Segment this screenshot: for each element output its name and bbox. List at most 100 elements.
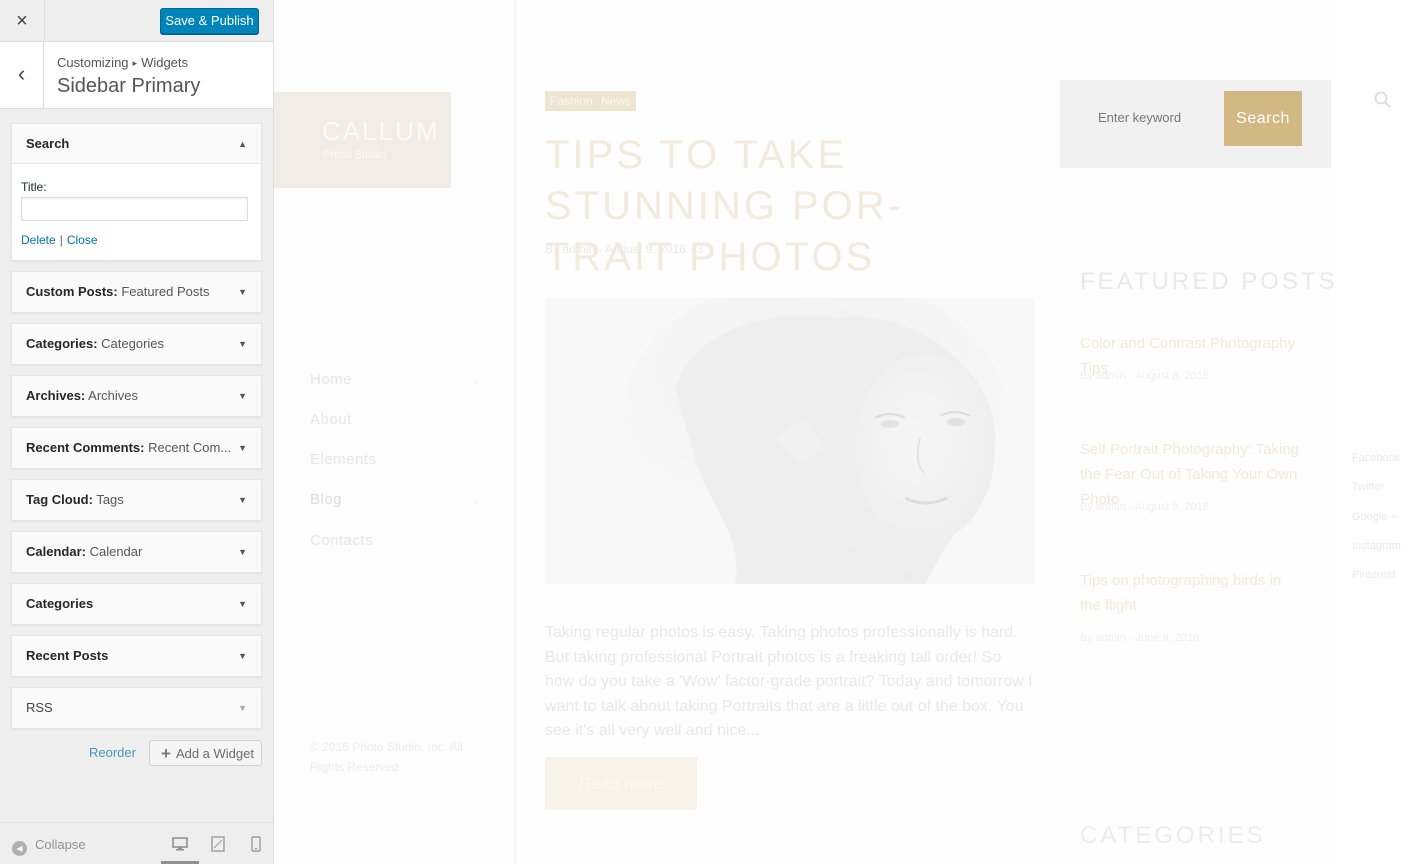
customizer-panel: × Save & Publish ‹ Customizing ▸ Widgets S… <box>0 0 274 864</box>
widget-name: Categories: <box>26 336 98 351</box>
post-featured-image[interactable] <box>545 298 1035 584</box>
actions-separator: | <box>59 233 63 247</box>
title-label: Title: <box>21 180 47 194</box>
post-meta: By admin - August 9, 2016 - 3 <box>545 242 704 256</box>
widget-subtitle: Calendar <box>89 544 143 559</box>
widget-name: Custom Posts: <box>26 284 118 299</box>
collapse-button[interactable]: ◀ Collapse <box>12 837 86 856</box>
post-tag[interactable]: News <box>596 91 637 111</box>
nav-submenu-arrow-icon: › <box>474 376 478 387</box>
post-tag[interactable]: Fashion <box>545 91 598 111</box>
collapse-arrow-icon: ◀ <box>12 841 27 856</box>
featured-posts-heading: FEATURED POSTS <box>1080 268 1338 295</box>
section-title: Sidebar Primary <box>57 75 201 97</box>
widget-header[interactable]: Calendar: Calendar ▼ <box>12 532 261 572</box>
widget-tag-cloud[interactable]: Tag Cloud: Tags ▼ <box>11 479 262 521</box>
widget-subtitle: Categories <box>101 336 165 351</box>
widget-name: Search <box>26 136 70 151</box>
widget-categories[interactable]: Categories: Categories ▼ <box>11 323 262 365</box>
featured-post-meta: By admin - June 9, 2016 <box>1080 632 1200 644</box>
add-widget-button[interactable]: + Add a Widget <box>149 740 262 766</box>
breadcrumb-section: Widgets <box>141 55 189 70</box>
widget-categories-plain[interactable]: Categories ▼ <box>11 583 262 625</box>
post-title[interactable]: TIPS TO TAKE STUNNING POR- TRAIT PHOTOS <box>545 130 1005 283</box>
nav-item-contacts[interactable]: Contacts <box>310 532 373 549</box>
expand-arrow-icon[interactable]: ▼ <box>238 636 247 676</box>
widget-header[interactable]: Categories ▼ <box>12 584 261 624</box>
search-icon[interactable] <box>1373 90 1393 110</box>
widget-header[interactable]: Categories: Categories ▼ <box>12 324 261 364</box>
widget-header[interactable]: Custom Posts: Featured Posts ▼ <box>12 272 261 312</box>
nav-item-about[interactable]: About <box>310 411 352 428</box>
read-more-button[interactable]: Read more <box>545 757 697 810</box>
close-link[interactable]: Close <box>67 233 98 247</box>
collapse-arrow-icon[interactable]: ▲ <box>238 124 247 163</box>
post-excerpt: Taking regular photos is easy. Taking ph… <box>545 624 1033 739</box>
featured-post-title[interactable]: Tips on photographing birds in the fligh… <box>1080 568 1305 618</box>
tablet-icon[interactable] <box>210 836 226 852</box>
expand-arrow-icon[interactable]: ▼ <box>238 272 247 312</box>
nav-item-home[interactable]: Home <box>310 371 352 388</box>
expand-arrow-icon[interactable]: ▼ <box>238 324 247 364</box>
widget-subtitle: Tags <box>96 492 124 507</box>
widget-header[interactable]: Tag Cloud: Tags ▼ <box>12 480 261 520</box>
copyright: © 2016 Photo Studio, Inc. All Rights Res… <box>310 740 463 774</box>
desktop-icon[interactable] <box>172 836 188 852</box>
expand-arrow-icon[interactable]: ▼ <box>238 480 247 520</box>
plus-icon: + <box>161 744 171 763</box>
back-icon[interactable]: ‹ <box>0 42 44 108</box>
customizer-footer: ◀ Collapse <box>0 822 273 864</box>
save-publish-button[interactable]: Save & Publish <box>160 8 259 34</box>
reorder-link[interactable]: Reorder <box>89 745 136 760</box>
widget-recent-posts[interactable]: Recent Posts ▼ <box>11 635 262 677</box>
expand-arrow-icon[interactable]: ▼ <box>238 428 247 468</box>
nav-item-blog[interactable]: Blog <box>310 491 342 508</box>
widget-subtitle: Featured Posts <box>121 284 210 299</box>
expand-arrow-icon[interactable]: ▼ <box>238 688 247 728</box>
widget-recent-comments[interactable]: Recent Comments: Recent Com... ▼ <box>11 427 262 469</box>
logo-tagline: Photo Studio <box>323 149 386 161</box>
widget-search: Search ▲ Title: Delete | Close <box>11 123 262 261</box>
widget-name: Categories <box>26 596 94 611</box>
widget-actions: Delete | Close <box>21 233 252 247</box>
social-link-pinterest[interactable]: Pinterest <box>1352 569 1395 581</box>
breadcrumb: Customizing ▸ Widgets <box>57 55 188 70</box>
widget-header[interactable]: RSS ▼ <box>12 688 261 728</box>
widget-name: RSS <box>26 700 53 715</box>
widget-name: Recent Posts <box>26 648 109 663</box>
delete-link[interactable]: Delete <box>21 233 56 247</box>
widget-archives[interactable]: Archives: Archives ▼ <box>11 375 262 417</box>
widget-name: Archives: <box>26 388 86 403</box>
widget-header[interactable]: Archives: Archives ▼ <box>12 376 261 416</box>
portrait-image <box>545 298 1035 584</box>
add-widget-label: Add a Widget <box>175 746 254 761</box>
widget-header[interactable]: Recent Comments: Recent Com... ▼ <box>12 428 261 468</box>
widget-search-form: Title: Delete | Close <box>12 164 261 247</box>
title-input[interactable] <box>21 197 248 221</box>
widget-calendar[interactable]: Calendar: Calendar ▼ <box>11 531 262 573</box>
widget-subtitle: Recent Com... <box>148 440 232 455</box>
widget-header[interactable]: Recent Posts ▼ <box>12 636 261 676</box>
widget-name: Tag Cloud: <box>26 492 93 507</box>
sidebar-search-button[interactable]: Search <box>1224 91 1302 146</box>
site-preview: CALLUM Photo Studio Home › About Element… <box>274 0 1419 864</box>
customizer-header: × Save & Publish <box>0 0 273 42</box>
social-link-twitter[interactable]: Twitter <box>1352 481 1384 493</box>
social-link-instagram[interactable]: Instagram <box>1352 540 1401 552</box>
nav-submenu-arrow-icon: › <box>474 497 478 508</box>
widget-custom-posts[interactable]: Custom Posts: Featured Posts ▼ <box>11 271 262 313</box>
widget-name: Calendar: <box>26 544 86 559</box>
widget-search-header[interactable]: Search ▲ <box>12 124 261 164</box>
widget-rss[interactable]: RSS ▼ <box>11 687 262 729</box>
close-icon[interactable]: × <box>0 0 45 42</box>
sidebar-search-input[interactable]: Enter keyword <box>1098 110 1181 125</box>
collapse-label: Collapse <box>35 837 86 852</box>
expand-arrow-icon[interactable]: ▼ <box>238 376 247 416</box>
social-link-facebook[interactable]: Facebook <box>1352 452 1400 464</box>
section-header: ‹ Customizing ▸ Widgets Sidebar Primary <box>0 42 273 109</box>
expand-arrow-icon[interactable]: ▼ <box>238 584 247 624</box>
nav-item-elements[interactable]: Elements <box>310 451 377 468</box>
expand-arrow-icon[interactable]: ▼ <box>238 532 247 572</box>
social-link-google-plus[interactable]: Google + <box>1352 511 1397 523</box>
mobile-icon[interactable] <box>248 836 264 852</box>
